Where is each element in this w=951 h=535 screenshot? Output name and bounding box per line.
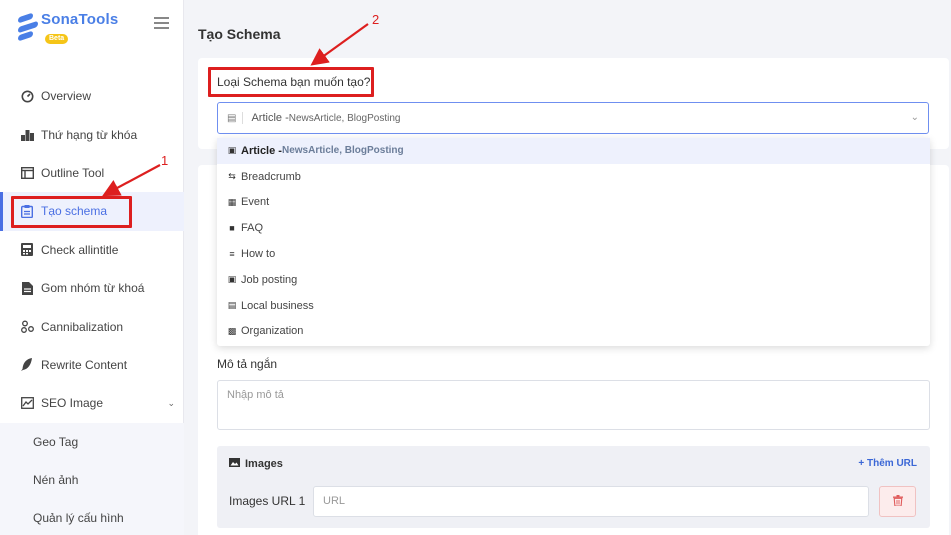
feather-icon: [20, 358, 34, 372]
sidebar-item-label: Gom nhóm từ khoá: [41, 281, 145, 296]
select-value-main: Article -: [251, 112, 289, 124]
dropdown-option-event[interactable]: ▦ Event: [217, 190, 930, 216]
dropdown-option-how-to[interactable]: ≡ How to: [217, 241, 930, 267]
logo-icon: [18, 11, 38, 43]
sidebar-item-keyword-grouping[interactable]: Gom nhóm từ khoá: [0, 269, 184, 307]
option-label: Breadcrumb: [241, 170, 301, 183]
sidebar-item-label: SEO Image: [41, 396, 104, 411]
store-icon: ▤: [227, 300, 237, 311]
calendar-icon: ▦: [227, 196, 237, 207]
annotation-box-sidebar: [11, 196, 132, 228]
add-url-button[interactable]: + Thêm URL: [858, 458, 917, 469]
sidebar-item-cannibalization[interactable]: Cannibalization: [0, 307, 184, 345]
annotation-number-2: 2: [372, 12, 380, 27]
gauge-icon: [20, 89, 34, 103]
ranking-icon: [20, 128, 34, 142]
dropdown-option-local-business[interactable]: ▤ Local business: [217, 293, 930, 319]
arrows-icon: ⇆: [228, 171, 236, 182]
sidebar-submenu-seo-image: Geo Tag Nén ảnh Quản lý cấu hình: [0, 422, 184, 535]
sidebar-item-label: Outline Tool: [41, 165, 105, 180]
option-label: How to: [241, 248, 276, 261]
option-sub: NewsArticle, BlogPosting: [281, 145, 404, 157]
building-icon: ▩: [227, 325, 237, 336]
dropdown-option-faq[interactable]: ■ FAQ: [217, 215, 930, 241]
chevron-down-icon: ⌄: [167, 397, 175, 408]
select-value-sub: NewsArticle, BlogPosting: [288, 112, 401, 124]
document-icon: [20, 281, 34, 295]
job-icon: ▣: [227, 274, 237, 285]
short-description-input[interactable]: Nhập mô tả: [217, 380, 930, 430]
sidebar-subitem-config[interactable]: Quản lý cấu hình: [0, 499, 184, 535]
nodes-icon: [20, 320, 34, 334]
images-url-label: Images URL 1: [229, 494, 306, 508]
logo[interactable]: SonaTools Beta: [18, 11, 118, 45]
schema-type-dropdown: ▣ Article - NewsArticle, BlogPosting ⇆ B…: [217, 138, 930, 346]
sidebar: SonaTools Beta Overview Thứ hạng từ khóa…: [0, 0, 184, 535]
article-icon: ▤: [227, 112, 237, 124]
article-icon: ▣: [227, 145, 237, 156]
sidebar-item-overview[interactable]: Overview: [0, 77, 184, 115]
sidebar-item-label: Thứ hạng từ khóa: [41, 127, 138, 142]
short-description-label: Mô tả ngắn: [217, 357, 278, 371]
outline-icon: [20, 166, 34, 180]
dropdown-option-breadcrumb[interactable]: ⇆ Breadcrumb: [217, 164, 930, 190]
dropdown-option-article[interactable]: ▣ Article - NewsArticle, BlogPosting: [217, 138, 930, 164]
images-title: Images: [229, 458, 283, 470]
sidebar-subitem-label: Geo Tag: [33, 434, 79, 449]
sidebar-subitem-label: Quản lý cấu hình: [33, 511, 124, 526]
chevron-down-icon: ⌄: [910, 112, 919, 123]
sidebar-item-outline-tool[interactable]: Outline Tool: [0, 154, 184, 192]
select-separator: [242, 112, 244, 124]
trash-icon: [892, 494, 903, 509]
option-label: Event: [241, 196, 270, 209]
option-label: Organization: [241, 325, 304, 338]
menu-toggle-icon[interactable]: [154, 16, 169, 30]
calculator-icon: [20, 243, 34, 257]
annotation-number-1: 1: [161, 153, 169, 168]
sidebar-item-label: Check allintitle: [41, 242, 119, 257]
option-label: Job posting: [241, 273, 298, 286]
sidebar-item-check-allintitle[interactable]: Check allintitle: [0, 231, 184, 269]
delete-url-button[interactable]: [879, 486, 916, 517]
sidebar-item-rewrite-content[interactable]: Rewrite Content: [0, 346, 184, 384]
sidebar-item-label: Cannibalization: [41, 319, 124, 334]
option-label: Article -: [241, 144, 282, 157]
sidebar-subitem-label: Nén ảnh: [33, 473, 79, 488]
list-icon: ≡: [229, 249, 235, 260]
sidebar-item-label: Overview: [41, 89, 92, 104]
sidebar-subitem-geo-tag[interactable]: Geo Tag: [0, 422, 184, 461]
sidebar-item-label: Rewrite Content: [41, 357, 128, 372]
images-title-text: Images: [245, 458, 283, 470]
option-label: Local business: [241, 299, 314, 312]
schema-type-select[interactable]: ▤ Article - NewsArticle, BlogPosting ⌄: [217, 102, 929, 134]
image-icon: [229, 458, 240, 470]
image-chart-icon: [20, 396, 34, 410]
sidebar-item-keyword-rank[interactable]: Thứ hạng từ khóa: [0, 115, 184, 153]
logo-name: SonaTools: [41, 11, 119, 28]
sidebar-item-seo-image[interactable]: SEO Image ⌄: [0, 384, 184, 422]
dropdown-option-job-posting[interactable]: ▣ Job posting: [217, 267, 930, 293]
sidebar-subitem-compress-image[interactable]: Nén ảnh: [0, 460, 184, 500]
images-section: Images + Thêm URL Images URL 1 URL: [217, 446, 930, 528]
page-title: Tạo Schema: [198, 26, 281, 42]
sidebar-nav: Overview Thứ hạng từ khóa Outline Tool T…: [0, 77, 184, 535]
question-icon: ■: [229, 223, 235, 234]
dropdown-option-organization[interactable]: ▩ Organization: [217, 319, 930, 345]
beta-badge: Beta: [45, 34, 69, 44]
annotation-box-schema-label: [208, 67, 374, 97]
images-url-input[interactable]: URL: [313, 486, 869, 517]
option-label: FAQ: [241, 222, 264, 235]
